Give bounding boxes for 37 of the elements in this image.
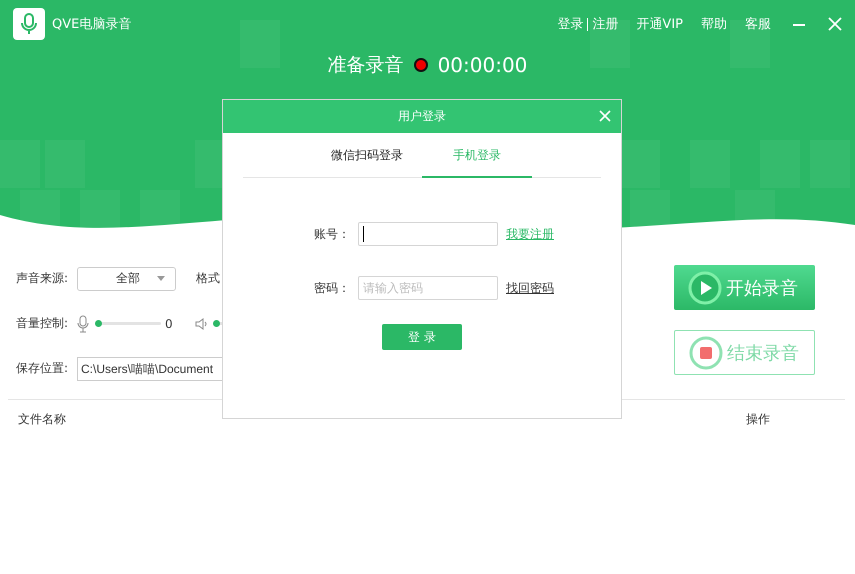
microphone-icon: [77, 314, 89, 332]
register-link[interactable]: 我要注册: [506, 226, 554, 242]
password-label: 密码：: [313, 280, 350, 296]
stop-recording-button[interactable]: 结束录音: [674, 330, 815, 375]
source-dropdown[interactable]: 全部: [77, 266, 176, 290]
top-link[interactable]: 登录: [557, 18, 588, 30]
format-label: 格式: [196, 270, 221, 287]
volume-label: 音量控制:: [16, 315, 70, 332]
column-header: 操作: [746, 411, 770, 428]
play-icon: [688, 270, 722, 304]
caret-icon: [157, 276, 165, 281]
account-label: 账号：: [313, 226, 350, 242]
column-header: 文件名称: [18, 411, 66, 428]
recover-password-link[interactable]: 找回密码: [506, 280, 554, 296]
speaker-icon: [195, 318, 209, 330]
top-link[interactable]: 客服: [745, 15, 771, 33]
top-link[interactable]: 帮助: [701, 15, 727, 33]
close-icon[interactable]: [827, 16, 843, 32]
source-label: 声音来源:: [16, 270, 70, 287]
record-dot-icon: [414, 58, 428, 72]
login-tab[interactable]: 微信扫码登录: [312, 133, 422, 178]
top-link[interactable]: 开通VIP: [636, 15, 683, 33]
password-field[interactable]: 请输入密码: [358, 276, 498, 300]
save-location-label: 保存位置:: [16, 360, 70, 377]
timer: 00:00:00: [438, 53, 528, 77]
login-button[interactable]: 登 录: [382, 324, 462, 350]
dialog-title: 用户登录: [398, 108, 446, 125]
close-icon[interactable]: [599, 110, 611, 122]
stop-icon: [689, 336, 723, 370]
account-field[interactable]: [358, 222, 498, 246]
volume-reading: 0: [165, 316, 174, 330]
start-recording-button[interactable]: 开始录音: [674, 265, 815, 310]
status-label: 准备录音: [328, 53, 404, 78]
login-tab[interactable]: 手机登录: [422, 133, 532, 178]
top-link[interactable]: 注册: [592, 15, 618, 33]
app-title: QVE电脑录音: [52, 16, 132, 33]
microphone-logo-icon: [13, 8, 45, 40]
